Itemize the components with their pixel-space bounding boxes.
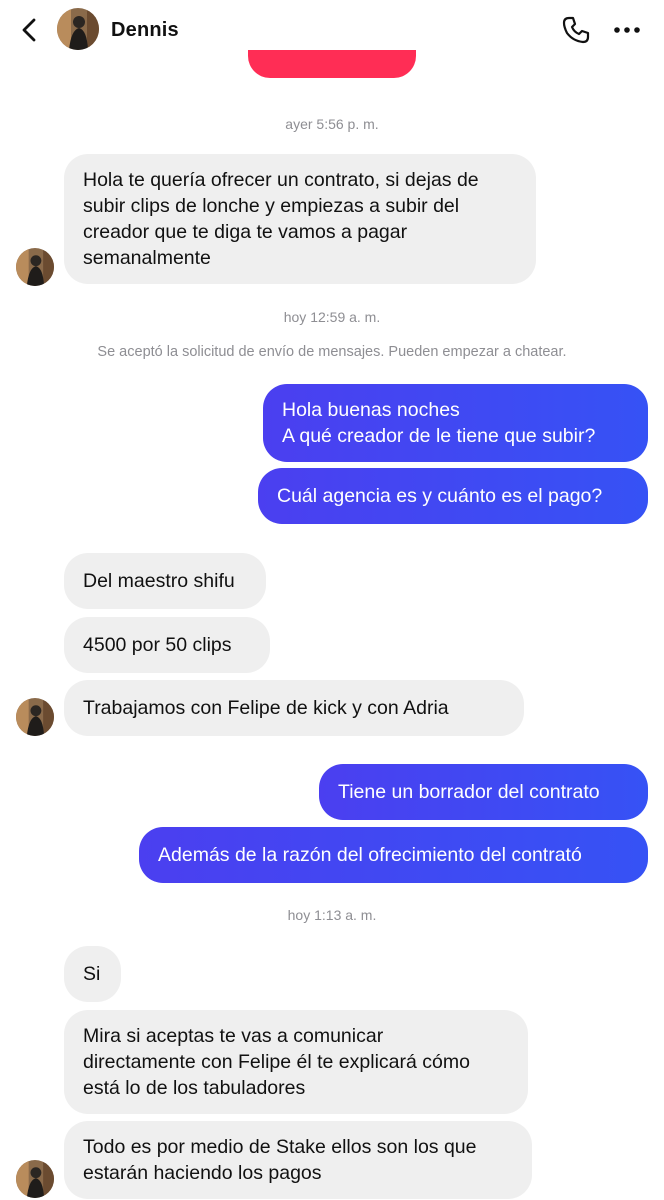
- incoming-message[interactable]: Del maestro shifu: [64, 553, 266, 609]
- sender-avatar[interactable]: [16, 1160, 54, 1198]
- message-line: directamente con Felipe él te explicará …: [83, 1051, 470, 1073]
- timestamp: hoy 12:59 a. m.: [283, 309, 381, 325]
- incoming-message[interactable]: 4500 por 50 clips: [64, 617, 270, 673]
- outgoing-message[interactable]: Además de la razón del ofrecimiento del …: [139, 827, 648, 883]
- timestamp: ayer 5:56 p. m.: [285, 116, 379, 132]
- more-options-button[interactable]: [612, 18, 642, 42]
- outgoing-message[interactable]: Hola buenas noches A qué creador de le t…: [263, 384, 648, 462]
- system-notice: Se aceptó la solicitud de envío de mensa…: [97, 344, 567, 360]
- message-line: está lo de los tabuladores: [83, 1077, 306, 1099]
- message-text: Además de la razón del ofrecimiento del …: [158, 844, 582, 866]
- outgoing-message[interactable]: Cuál agencia es y cuánto es el pago?: [258, 468, 648, 524]
- contact-avatar[interactable]: [57, 8, 99, 50]
- chevron-left-icon: [22, 18, 36, 42]
- profile-action-bar[interactable]: [248, 50, 416, 78]
- sender-avatar[interactable]: [16, 698, 54, 736]
- message-line: Mira si aceptas te vas a comunicar: [83, 1025, 384, 1047]
- contact-name[interactable]: Dennis: [111, 19, 179, 42]
- call-button[interactable]: [560, 14, 592, 46]
- message-text: Del maestro shifu: [83, 570, 235, 592]
- incoming-message[interactable]: Trabajamos con Felipe de kick y con Adri…: [64, 680, 524, 736]
- message-line: estarán haciendo los pagos: [83, 1162, 322, 1184]
- message-text: Trabajamos con Felipe de kick y con Adri…: [83, 697, 449, 719]
- message-line: creador que te diga te vamos a pagar: [83, 221, 408, 243]
- incoming-message[interactable]: Hola te quería ofrecer un contrato, si d…: [64, 154, 536, 284]
- message-line: Hola te quería ofrecer un contrato, si d…: [83, 169, 479, 191]
- sender-avatar[interactable]: [16, 248, 54, 286]
- message-line: semanalmente: [83, 247, 211, 269]
- message-line: Hola buenas noches: [282, 399, 460, 421]
- message-line: A qué creador de le tiene que subir?: [282, 425, 596, 447]
- outgoing-message[interactable]: Tiene un borrador del contrato: [319, 764, 648, 820]
- message-line: subir clips de lonche y empiezas a subir…: [83, 195, 460, 217]
- phone-icon: [562, 16, 590, 44]
- message-line: Todo es por medio de Stake ellos son los…: [83, 1136, 477, 1158]
- message-text: 4500 por 50 clips: [83, 634, 232, 656]
- more-horizontal-icon: [614, 27, 640, 33]
- message-text: Tiene un borrador del contrato: [338, 781, 600, 803]
- incoming-message[interactable]: Todo es por medio de Stake ellos son los…: [64, 1121, 532, 1199]
- message-text: Cuál agencia es y cuánto es el pago?: [277, 485, 603, 507]
- incoming-message[interactable]: Si: [64, 946, 121, 1002]
- message-text: Si: [83, 963, 101, 985]
- timestamp: hoy 1:13 a. m.: [287, 907, 377, 923]
- back-button[interactable]: [18, 16, 42, 44]
- incoming-message[interactable]: Mira si aceptas te vas a comunicar direc…: [64, 1010, 528, 1114]
